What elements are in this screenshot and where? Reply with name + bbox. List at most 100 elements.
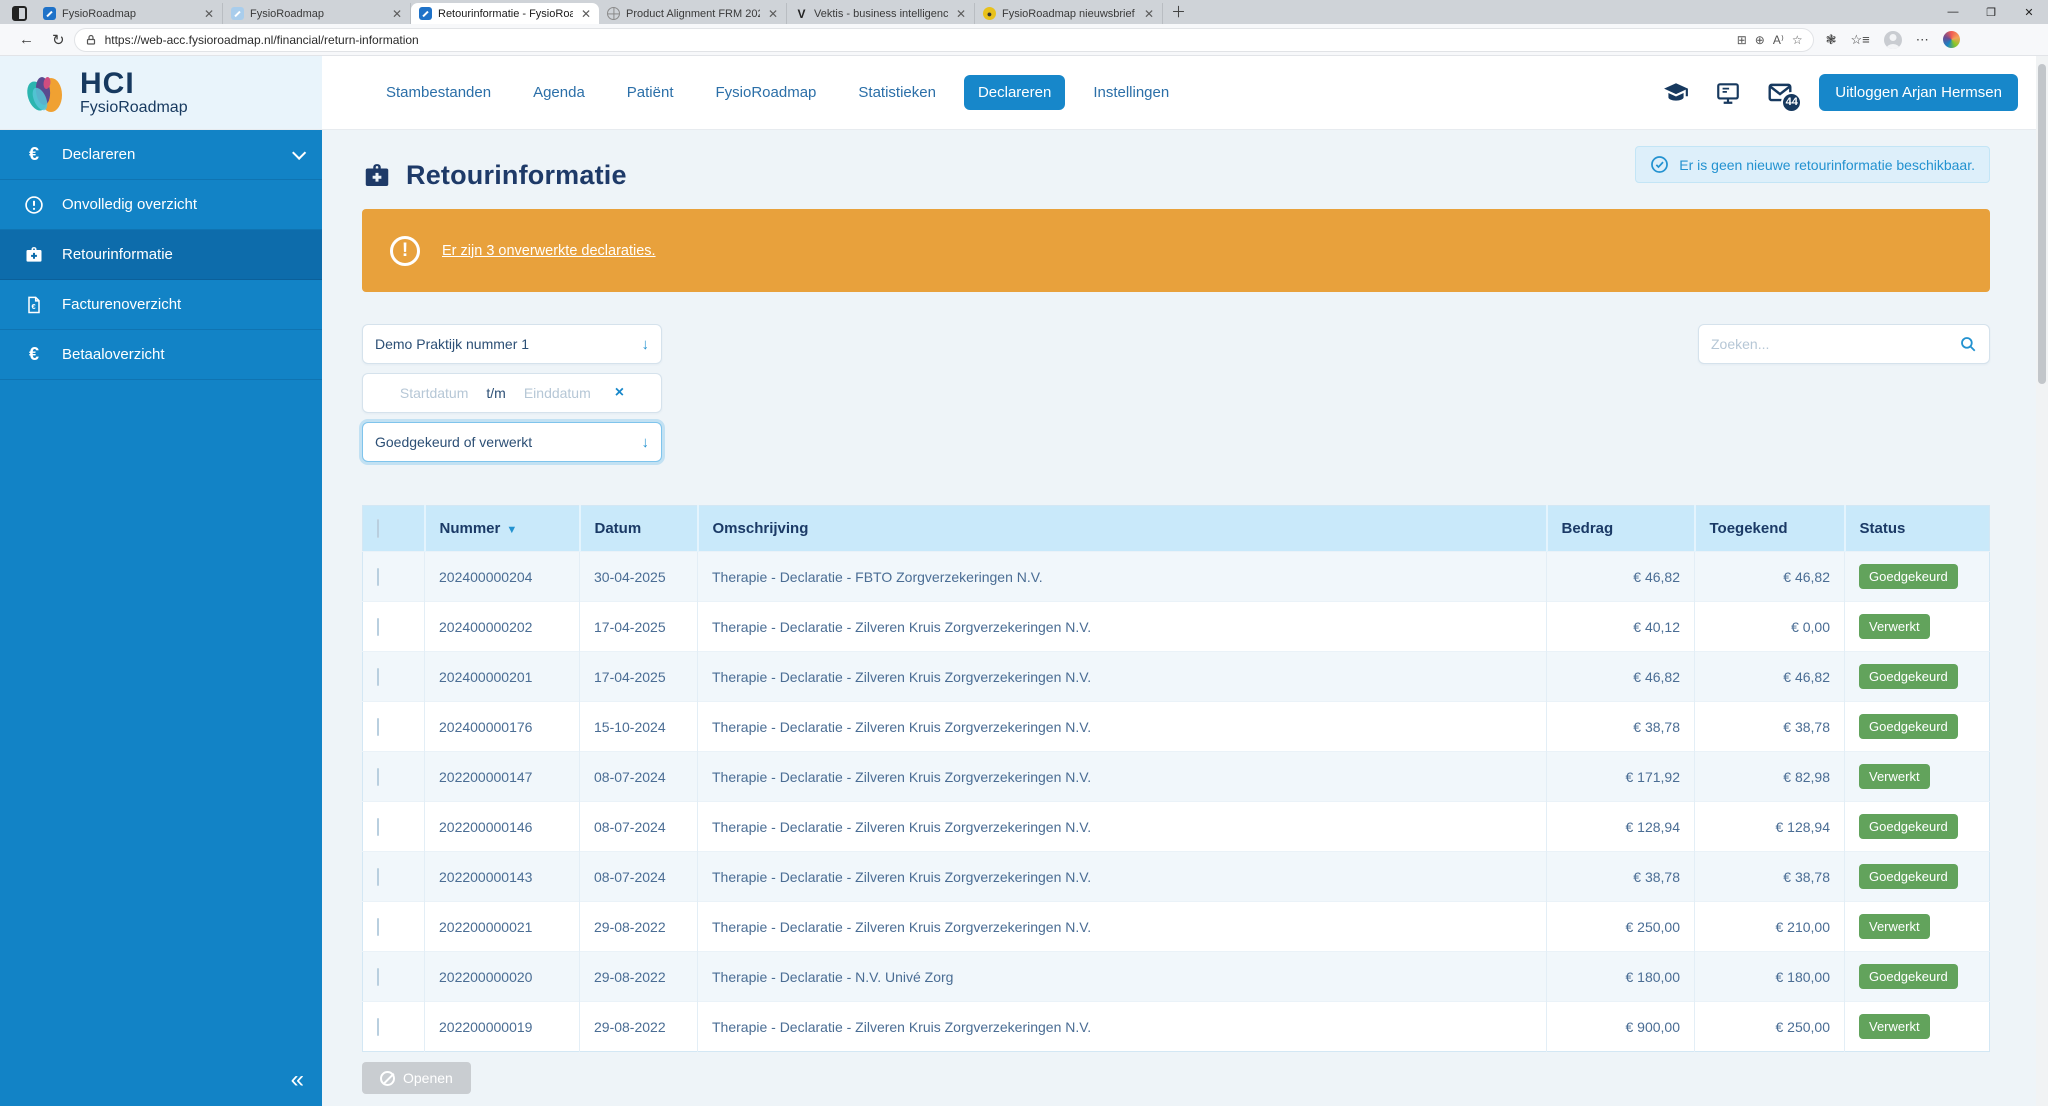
cell-datum: 17-04-2025 [579, 651, 698, 702]
cell-omschrijving: Therapie - Declaratie - Zilveren Kruis Z… [697, 601, 1547, 652]
tab-close-icon[interactable]: ✕ [202, 7, 216, 21]
column-header-toegekend[interactable]: Toegekend [1693, 505, 1845, 552]
sidebar-item-declareren[interactable]: € Declareren [0, 130, 322, 180]
end-date-field[interactable]: Einddatum [524, 385, 591, 401]
date-range-filter[interactable]: Startdatum t/m Einddatum × [362, 373, 662, 413]
app-logo[interactable]: HCI FysioRoadmap [0, 56, 322, 129]
browser-tab-5[interactable]: V Vektis - business intelligence cent ✕ [787, 3, 975, 24]
tab-close-icon[interactable]: ✕ [766, 7, 780, 21]
unprocessed-declarations-link[interactable]: Er zijn 3 onverwerkte declaraties. [442, 243, 656, 259]
row-checkbox[interactable] [377, 967, 379, 986]
extensions-icon[interactable]: ❃ [1826, 32, 1837, 48]
tab-close-icon[interactable]: ✕ [954, 7, 968, 21]
practice-select[interactable]: Demo Praktijk nummer 1 ↓ [362, 324, 662, 364]
tab-close-icon[interactable]: ✕ [1142, 7, 1156, 21]
open-button[interactable]: Openen [362, 1062, 471, 1094]
favorite-star-icon[interactable]: ☆ [1792, 33, 1803, 47]
refresh-icon[interactable]: ↻ [52, 31, 65, 49]
sidebar-item-retourinformatie[interactable]: Retourinformatie [0, 230, 322, 280]
address-bar[interactable]: https://web-acc.fysioroadmap.nl/financia… [73, 27, 1814, 52]
column-header-bedrag[interactable]: Bedrag [1545, 505, 1695, 552]
workspaces-icon[interactable] [12, 6, 27, 21]
new-tab-button[interactable]: ＋ [1171, 1, 1186, 22]
window-restore-button[interactable]: ❐ [1972, 0, 2010, 24]
row-checkbox[interactable] [377, 667, 379, 686]
browser-url-bar: ← ↻ https://web-acc.fysioroadmap.nl/fina… [0, 24, 2048, 56]
table-row[interactable]: 202200000146 08-07-2024 Therapie - Decla… [362, 801, 1990, 852]
favorites-bar-icon[interactable]: ☆≡ [1850, 32, 1869, 48]
zoom-icon[interactable]: ⊕ [1755, 33, 1765, 47]
sidebar-item-facturenoverzicht[interactable]: € Facturenoverzicht [0, 280, 322, 330]
column-header-status[interactable]: Status [1843, 505, 1990, 552]
row-checkbox[interactable] [377, 1017, 379, 1036]
cell-nummer: 202200000146 [424, 801, 580, 852]
back-icon[interactable]: ← [19, 31, 34, 48]
table-row[interactable]: 202200000143 08-07-2024 Therapie - Decla… [362, 851, 1990, 902]
cell-bedrag: € 38,78 [1546, 701, 1695, 752]
sidebar-item-label: Facturenoverzicht [62, 296, 182, 313]
column-header-omschrijving[interactable]: Omschrijving [696, 505, 1547, 552]
sidebar-collapse-button[interactable]: « [291, 1066, 304, 1094]
nav-agenda[interactable]: Agenda [519, 75, 599, 110]
select-all-checkbox[interactable] [377, 519, 379, 538]
dropdown-arrow-icon: ↓ [641, 433, 650, 451]
cell-nummer: 202400000201 [424, 651, 580, 702]
sidebar-item-betaaloverzicht[interactable]: € Betaaloverzicht [0, 330, 322, 380]
nav-patient[interactable]: Patiënt [613, 75, 688, 110]
tab-close-icon[interactable]: ✕ [390, 7, 404, 21]
table-row[interactable]: 202400000176 15-10-2024 Therapie - Decla… [362, 701, 1990, 752]
read-aloud-icon[interactable]: A⁾ [1773, 33, 1784, 47]
monitor-icon[interactable] [1715, 80, 1741, 106]
table-row[interactable]: 202400000201 17-04-2025 Therapie - Decla… [362, 651, 1990, 702]
column-header-nummer[interactable]: Nummer ▼ [423, 505, 580, 552]
nav-stambestanden[interactable]: Stambestanden [372, 75, 505, 110]
table-row[interactable]: 202200000021 29-08-2022 Therapie - Decla… [362, 901, 1990, 952]
browser-menu-icon[interactable]: ⋯ [1916, 32, 1929, 48]
education-cap-icon[interactable] [1663, 80, 1689, 106]
browser-tab-6[interactable]: ● FysioRoadmap nieuwsbrief | nove ✕ [975, 3, 1163, 24]
cell-toegekend: € 38,78 [1694, 701, 1845, 752]
nav-fysioroadmap[interactable]: FysioRoadmap [702, 75, 831, 110]
start-date-field[interactable]: Startdatum [400, 385, 468, 401]
nav-instellingen[interactable]: Instellingen [1079, 75, 1183, 110]
tab-close-icon[interactable]: ✕ [579, 7, 593, 21]
browser-tab-active[interactable]: Retourinformatie - FysioRoadmap ✕ [411, 3, 599, 24]
copilot-icon[interactable] [1942, 31, 1960, 48]
browser-tab-4[interactable]: Product Alignment FRM 2025.xlsx ✕ [599, 3, 787, 24]
scrollbar-thumb[interactable] [2038, 64, 2046, 384]
page-scrollbar[interactable] [2036, 56, 2048, 1106]
cell-bedrag: € 46,82 [1546, 551, 1695, 602]
row-checkbox[interactable] [377, 817, 379, 836]
column-header-datum[interactable]: Datum [578, 505, 698, 552]
table-row[interactable]: 202200000019 29-08-2022 Therapie - Decla… [362, 1001, 1990, 1052]
row-checkbox[interactable] [377, 867, 379, 886]
nav-statistieken[interactable]: Statistieken [844, 75, 950, 110]
table-row[interactable]: 202200000020 29-08-2022 Therapie - Decla… [362, 951, 1990, 1002]
dropdown-arrow-icon: ↓ [641, 335, 650, 353]
cell-datum: 08-07-2024 [579, 851, 698, 902]
row-checkbox[interactable] [377, 767, 379, 786]
row-checkbox[interactable] [377, 917, 379, 936]
search-icon[interactable] [1959, 335, 1977, 353]
split-screen-icon[interactable]: ⊞ [1737, 33, 1747, 47]
cell-nummer: 202400000176 [424, 701, 580, 752]
row-checkbox[interactable] [377, 617, 379, 636]
browser-profile-avatar[interactable] [1883, 30, 1902, 49]
search-input[interactable] [1711, 336, 1959, 352]
row-checkbox[interactable] [377, 717, 379, 736]
window-minimize-button[interactable]: — [1934, 0, 1972, 24]
browser-tab-1[interactable]: FysioRoadmap ✕ [35, 3, 223, 24]
table-row[interactable]: 202400000204 30-04-2025 Therapie - Decla… [362, 551, 1990, 602]
sidebar: € Declareren Onvolledig overzicht Retour… [0, 130, 322, 1106]
mail-icon[interactable]: 44 [1767, 80, 1803, 113]
window-close-button[interactable]: ✕ [2010, 0, 2048, 24]
status-filter-select[interactable]: Goedgekeurd of verwerkt ↓ [362, 422, 662, 462]
nav-declareren[interactable]: Declareren [963, 75, 1066, 110]
row-checkbox[interactable] [377, 567, 379, 586]
sidebar-item-onvolledig-overzicht[interactable]: Onvolledig overzicht [0, 180, 322, 230]
table-row[interactable]: 202200000147 08-07-2024 Therapie - Decla… [362, 751, 1990, 802]
table-row[interactable]: 202400000202 17-04-2025 Therapie - Decla… [362, 601, 1990, 652]
browser-tab-2[interactable]: FysioRoadmap ✕ [223, 3, 411, 24]
clear-dates-icon[interactable]: × [615, 384, 624, 402]
logout-button[interactable]: Uitloggen Arjan Hermsen [1819, 74, 2018, 111]
